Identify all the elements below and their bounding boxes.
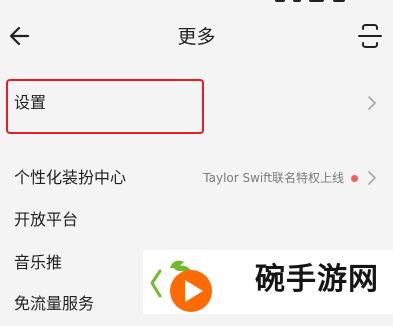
personalized-theme-center-item[interactable]: 个性化装扮中心 Taylor Swift联名特权上线 <box>0 156 393 200</box>
scan-icon[interactable] <box>355 21 385 51</box>
taylor-swift-promo-text: Taylor Swift联名特权上线 <box>203 171 344 185</box>
watermark-text: 碗手游网 <box>255 262 379 297</box>
watermark: 碗手游网 <box>143 250 393 314</box>
chevron-right-icon <box>368 171 376 185</box>
music-push-label: 音乐推 <box>14 253 63 272</box>
personalized-theme-center-label: 个性化装扮中心 <box>14 168 127 187</box>
top-navigation-bar: 更多 <box>0 0 393 66</box>
red-dot-badge <box>351 175 358 182</box>
open-platform-item[interactable]: 开放平台 <box>0 198 393 242</box>
free-data-service-label: 免流量服务 <box>14 294 95 313</box>
chevron-right-icon <box>368 96 376 110</box>
open-platform-label: 开放平台 <box>14 210 79 229</box>
settings-label: 设置 <box>14 93 47 112</box>
settings-item[interactable]: 设置 <box>0 81 393 125</box>
play-logo-icon <box>150 260 212 312</box>
page-title: 更多 <box>177 26 216 48</box>
